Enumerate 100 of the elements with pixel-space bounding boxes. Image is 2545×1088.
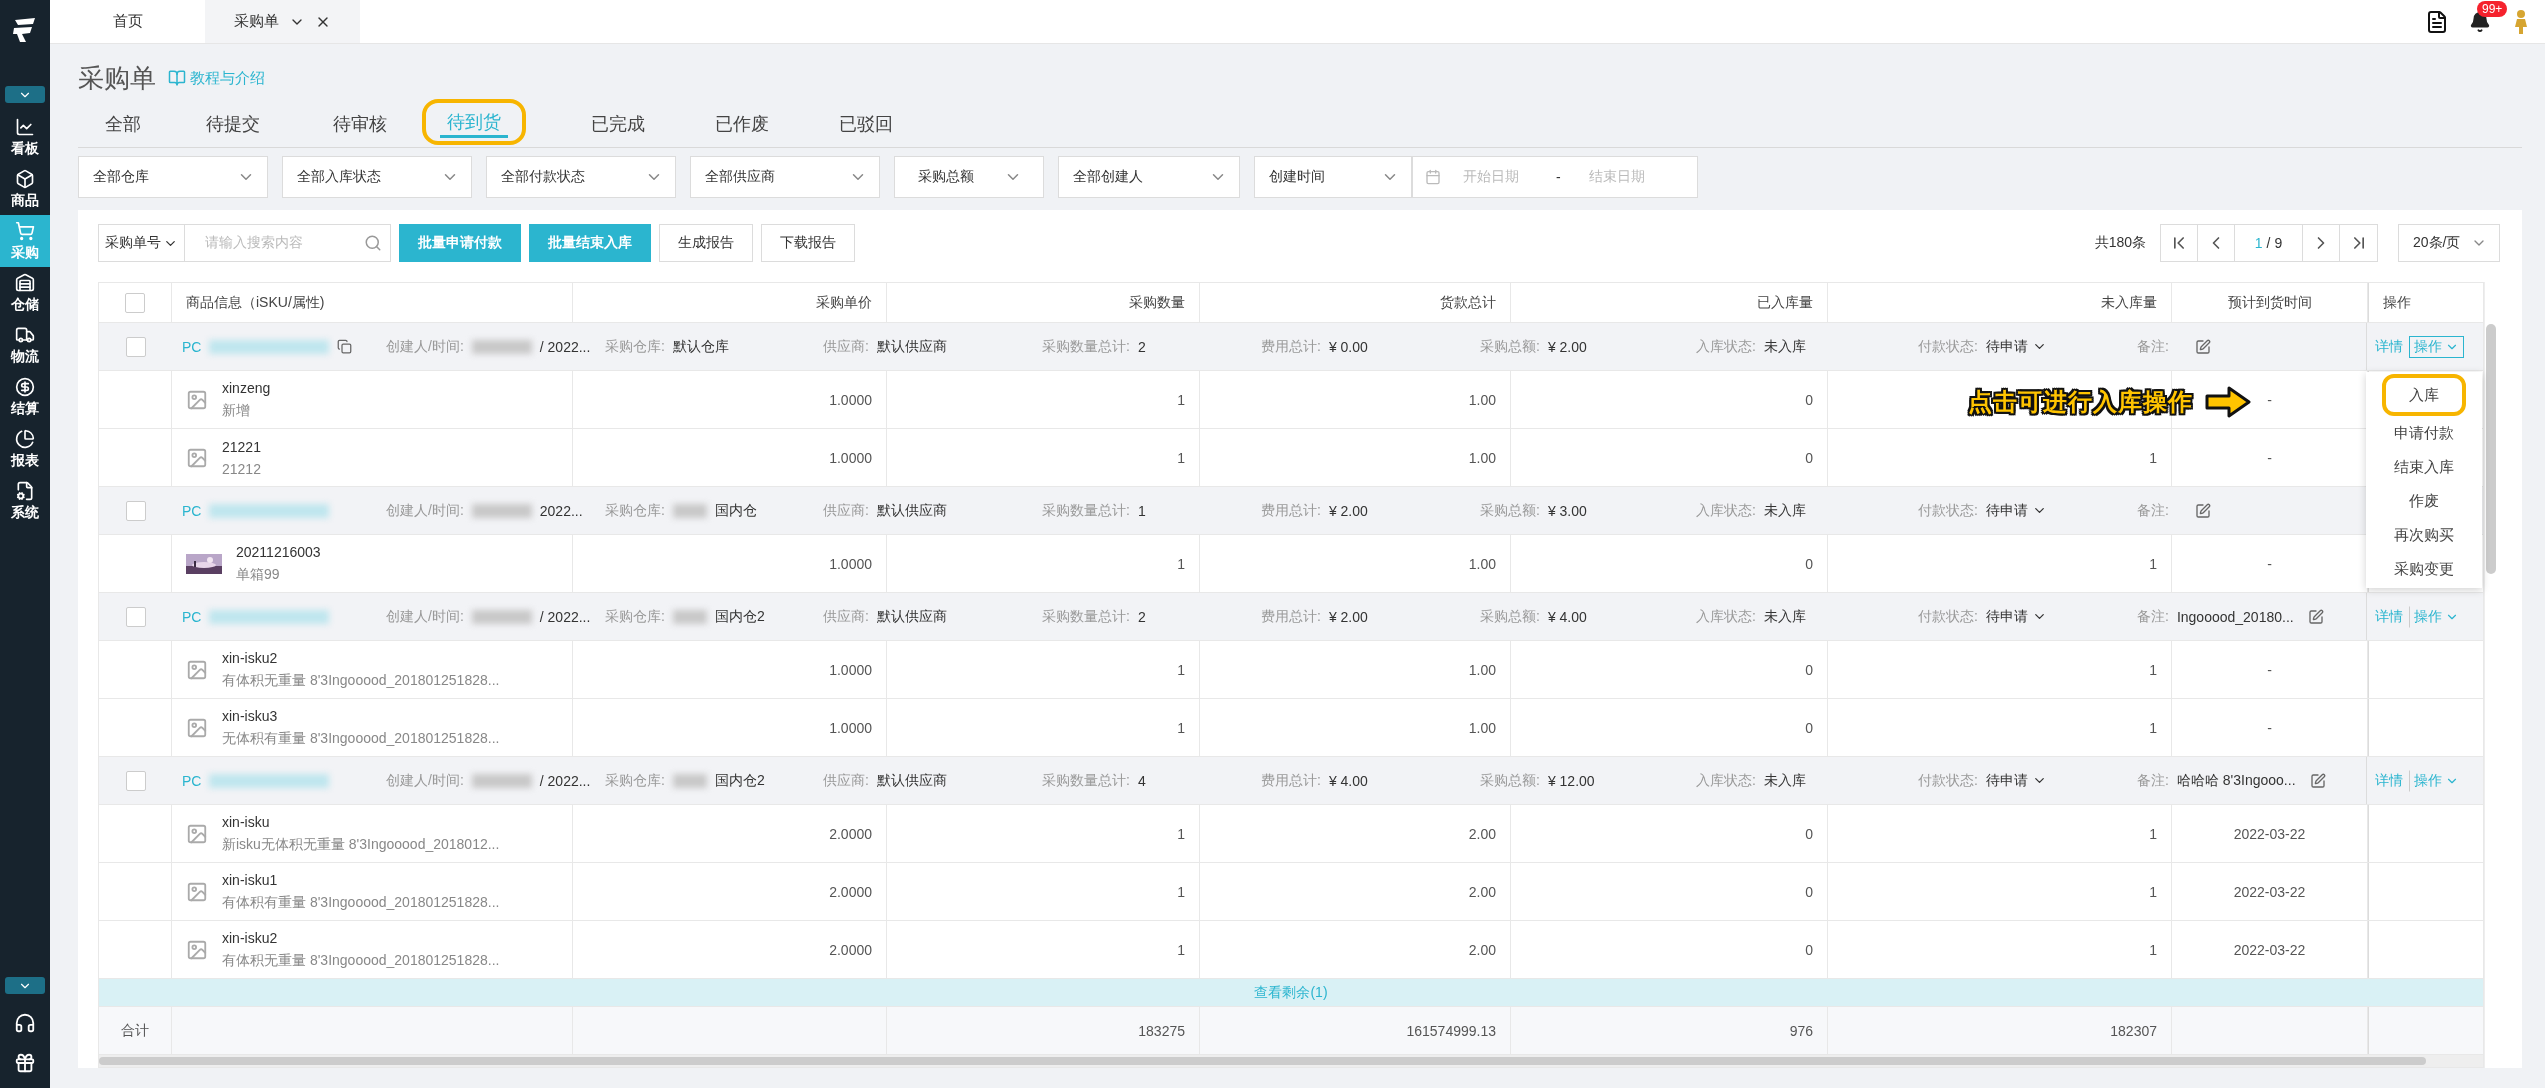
filter-select[interactable]: 全部付款状态 <box>486 156 676 198</box>
table-cell: 0 <box>1511 921 1828 978</box>
table-cell: 0 <box>1511 641 1828 698</box>
edit-icon[interactable] <box>2194 338 2211 355</box>
table-cell: 0 <box>1511 699 1828 756</box>
product-name: 20211216003 <box>236 543 321 560</box>
table-cell: 1 <box>887 863 1200 920</box>
status-tab[interactable]: 已作废 <box>680 101 804 147</box>
date-range-field[interactable]: 开始日期 - 结束日期 <box>1412 156 1698 198</box>
book-icon <box>168 69 186 87</box>
menu-item[interactable]: 入库 <box>2382 374 2466 416</box>
status-tab[interactable]: 待审核 <box>298 101 422 147</box>
field-label: 创建人/时间: <box>386 501 464 520</box>
filter-select[interactable]: 创建时间 <box>1254 156 1412 198</box>
payment-status-select[interactable]: 待申请 <box>1985 337 2047 356</box>
row-checkbox[interactable] <box>125 770 146 791</box>
product-attribute: 无体积有重量 8'3Ingooood_201801251828... <box>222 729 500 748</box>
expand-button[interactable] <box>5 977 45 994</box>
field-value: / 2022... <box>539 772 591 789</box>
amount-filter[interactable]: 采购总额 <box>894 156 1044 198</box>
product-attribute: 21212 <box>222 460 261 477</box>
field-value: 默认供应商 <box>876 771 947 790</box>
sidebar-item[interactable]: 物流 <box>0 319 50 371</box>
status-tab[interactable]: 待提交 <box>168 101 298 147</box>
table-cell: - <box>2172 641 2368 698</box>
menu-item[interactable]: 采购变更 <box>2386 552 2462 586</box>
field-label: 采购总额: <box>1480 607 1540 626</box>
menu-item[interactable]: 作废 <box>2401 484 2447 518</box>
status-tab[interactable]: 已驳回 <box>804 101 928 147</box>
status-tab[interactable]: 全部 <box>78 101 168 147</box>
field-label: 供应商: <box>823 337 869 356</box>
select-all-checkbox[interactable] <box>125 292 145 313</box>
sidebar-item[interactable]: 系统 <box>0 475 50 527</box>
copy-icon[interactable] <box>337 339 353 354</box>
field-label: 付款状态: <box>1918 501 1978 520</box>
field-value: 2022... <box>539 502 583 519</box>
field-value: ¥ 0.00 <box>1328 338 1368 355</box>
field-label: 采购数量总计: <box>1042 607 1130 626</box>
field-value: 2 <box>1137 338 1146 355</box>
row-checkbox[interactable] <box>125 336 146 357</box>
filter-select[interactable]: 全部创建人 <box>1058 156 1240 198</box>
toolbar-button[interactable]: 生成报告 <box>659 224 753 262</box>
field-label: 费用总计: <box>1261 607 1321 626</box>
field-value: 1 <box>1137 502 1146 519</box>
edit-icon[interactable] <box>2307 608 2324 625</box>
field-value: ¥ 3.00 <box>1547 502 1587 519</box>
table-cell: 1.00 <box>1200 535 1511 592</box>
status-tab[interactable]: 已完成 <box>556 101 680 147</box>
product-attribute: 单箱99 <box>236 565 281 584</box>
edit-icon[interactable] <box>2309 772 2326 789</box>
headset-icon[interactable] <box>14 1012 36 1034</box>
filter-select[interactable]: 全部供应商 <box>690 156 880 198</box>
table-cell: 1 <box>1828 921 2172 978</box>
table-cell: 1 <box>1828 535 2172 592</box>
field-value: 国内仓2 <box>714 607 765 626</box>
sidebar-item[interactable]: 仓储 <box>0 267 50 319</box>
field-label: 备注: <box>2137 337 2169 356</box>
product-name: xin-isku2 <box>222 649 279 666</box>
product-name: xin-isku3 <box>222 707 279 724</box>
field-value: 未入库 <box>1763 607 1806 626</box>
filter-select[interactable]: 全部入库状态 <box>282 156 472 198</box>
row-checkbox[interactable] <box>125 606 146 627</box>
column-header: 采购数量 <box>887 283 1200 322</box>
table-cell: 1 <box>887 921 1200 978</box>
document-icon[interactable] <box>2425 9 2449 34</box>
payment-status-select[interactable]: 待申请 <box>1985 501 2047 520</box>
row-checkbox[interactable] <box>125 500 146 521</box>
table-cell: 182307 <box>1828 1007 2172 1054</box>
payment-status-select[interactable]: 待申请 <box>1985 771 2047 790</box>
field-value: / 2022... <box>539 608 591 625</box>
field-label: 采购数量总计: <box>1042 771 1130 790</box>
field-label: 采购仓库: <box>605 607 665 626</box>
toolbar-button[interactable]: 下载报告 <box>761 224 855 262</box>
sidebar-item[interactable]: 结算 <box>0 371 50 423</box>
table-cell: 1 <box>1828 641 2172 698</box>
sidebar-item[interactable]: 报表 <box>0 423 50 475</box>
table-cell: 1.0000 <box>573 429 887 486</box>
horizontal-scrollbar[interactable] <box>99 1055 2483 1067</box>
edit-icon[interactable] <box>2194 502 2211 519</box>
filter-select[interactable]: 全部仓库 <box>78 156 268 198</box>
page-tab[interactable]: 采购单 <box>205 0 360 43</box>
table-cell: 1.0000 <box>573 535 887 592</box>
table-cell: 1.00 <box>1200 641 1511 698</box>
table-cell: 2022-03-22 <box>2172 921 2368 978</box>
total-count: 共180条 <box>2094 234 2146 252</box>
menu-item[interactable]: 结束入库 <box>2386 450 2462 484</box>
menu-item[interactable]: 再次购买 <box>2386 518 2462 552</box>
sidebar-item[interactable]: 商品 <box>0 163 50 215</box>
column-header: 货款总计 <box>1200 283 1511 322</box>
field-label: 采购总额: <box>1480 501 1540 520</box>
page-size-select[interactable]: 20条/页 <box>2398 224 2500 262</box>
product-name: xin-isku <box>222 813 271 830</box>
gift-icon[interactable] <box>14 1052 36 1074</box>
table-cell: 1.0000 <box>573 371 887 428</box>
field-label: 采购仓库: <box>605 501 665 520</box>
collapse-button[interactable] <box>5 86 45 103</box>
payment-status-select[interactable]: 待申请 <box>1985 607 2047 626</box>
sidebar-item[interactable]: 看板 <box>0 111 50 163</box>
menu-item[interactable]: 申请付款 <box>2386 416 2462 450</box>
cart-icon <box>15 220 35 241</box>
